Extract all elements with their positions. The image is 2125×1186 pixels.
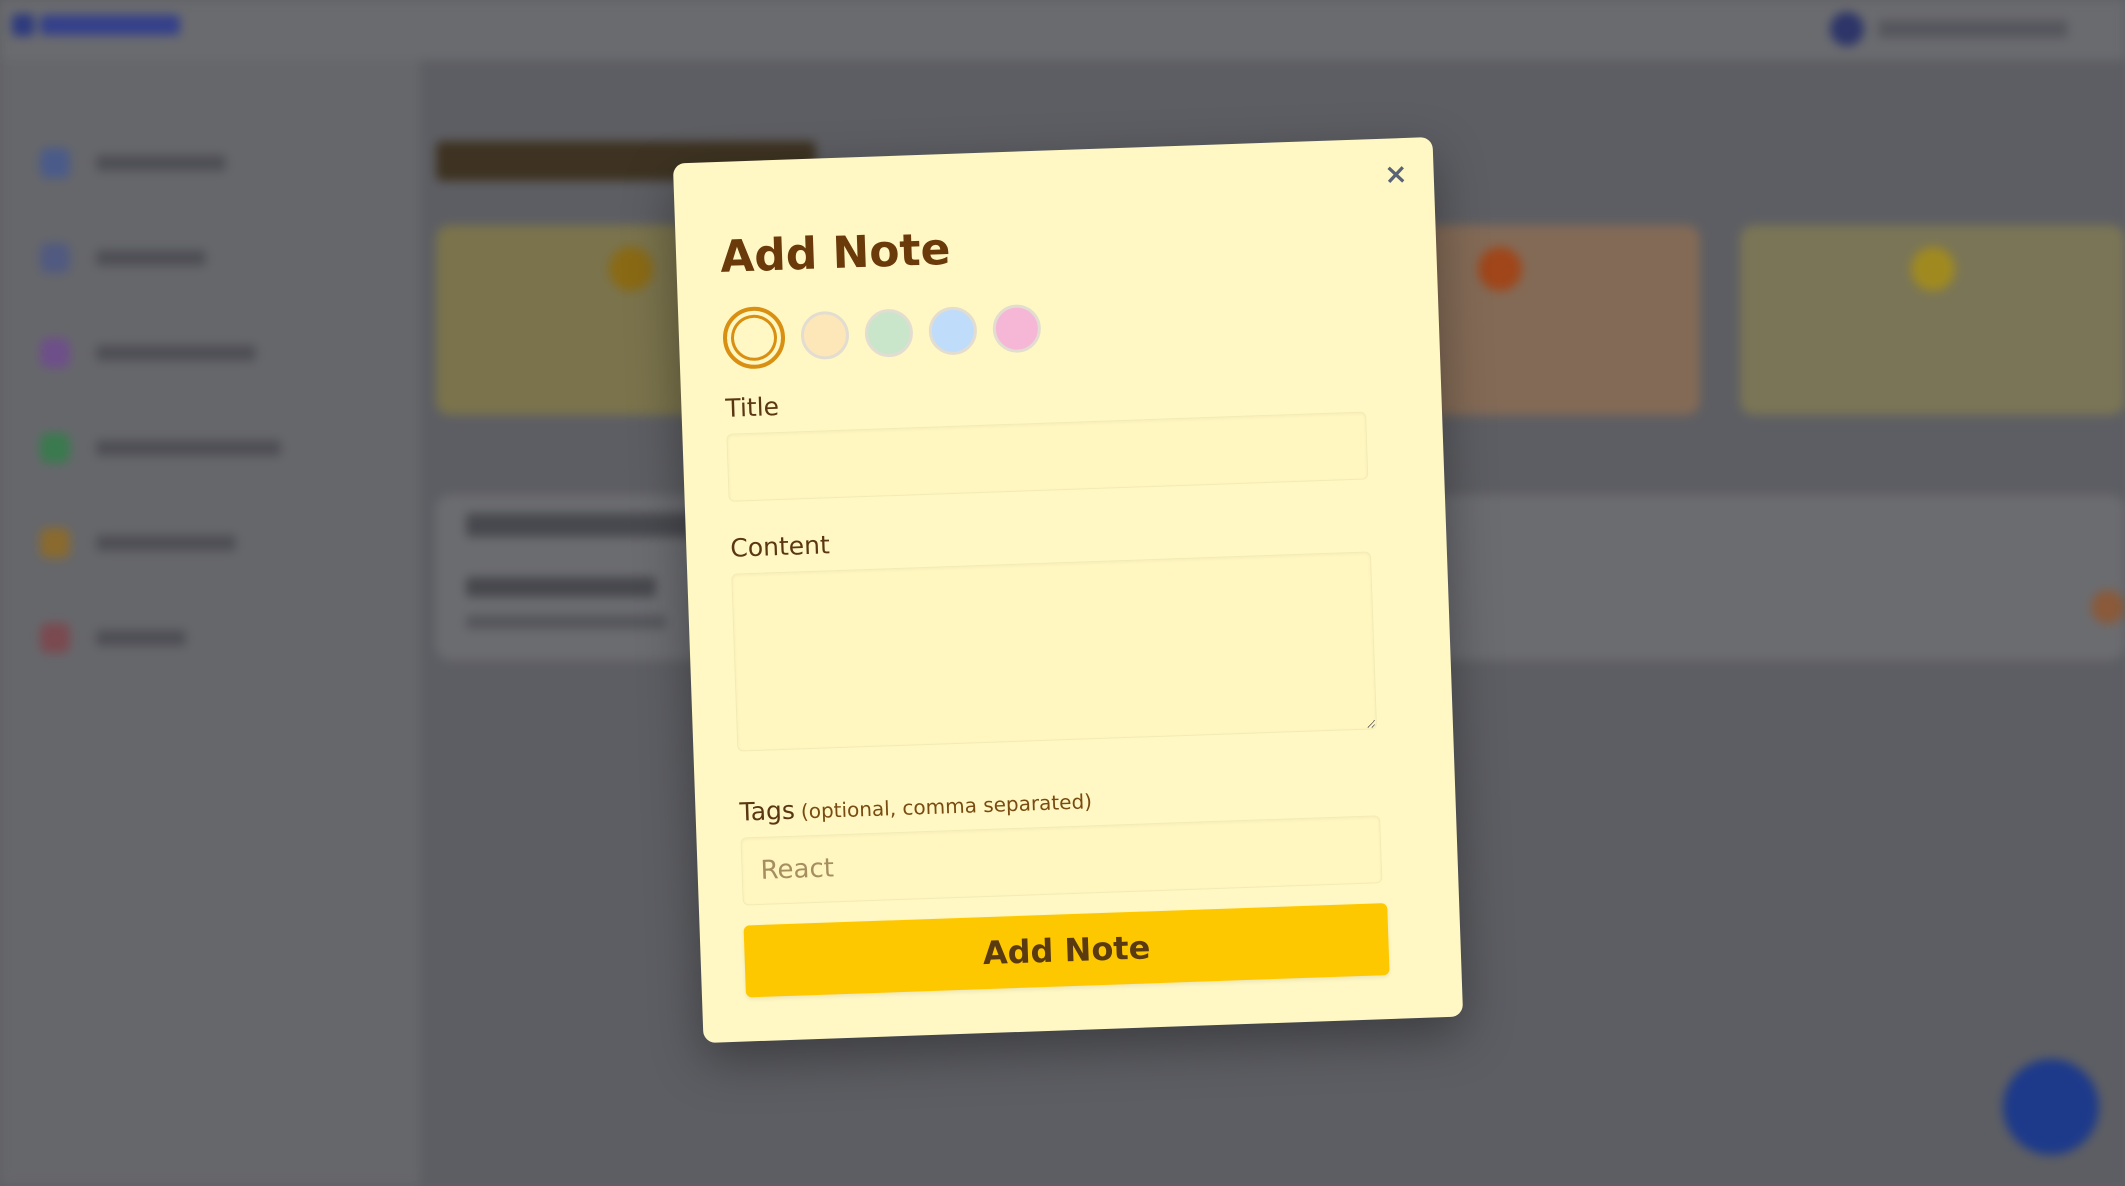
recent-item-subtitle-placeholder	[466, 615, 666, 629]
add-note-button[interactable]: Add Note	[743, 903, 1390, 998]
swatch-orange[interactable]	[800, 310, 850, 361]
swatch-blue[interactable]	[928, 306, 978, 356]
user-menu	[1830, 12, 2068, 46]
nav-label-placeholder	[96, 345, 256, 361]
add-note-modal: × Add Note Title Content Tags (optional, …	[672, 137, 1464, 1043]
recent-item-badge	[2091, 590, 2125, 624]
title-label: Title	[724, 391, 780, 423]
sidebar-item-4	[40, 433, 281, 463]
avatar	[1830, 12, 1864, 46]
nav-icon	[40, 243, 70, 273]
add-note-fab	[2003, 1059, 2099, 1155]
logo-wordmark	[40, 15, 180, 35]
tags-label-row: Tags (optional, comma separated)	[739, 785, 1092, 826]
recent-item-title-placeholder	[466, 577, 656, 597]
sidebar-item-1	[40, 148, 226, 178]
nav-label-placeholder	[96, 440, 281, 456]
logo-icon	[12, 14, 34, 36]
swatch-green[interactable]	[864, 308, 914, 358]
nav-label-placeholder	[96, 630, 186, 646]
sidebar-item-5	[40, 528, 236, 558]
sidebar	[0, 60, 420, 1186]
recent-heading-placeholder	[466, 513, 706, 537]
swatch-pink[interactable]	[992, 303, 1042, 354]
tags-hint: (optional, comma separated)	[800, 789, 1093, 824]
nav-icon	[40, 433, 70, 463]
stat-icon	[609, 247, 653, 291]
nav-label-placeholder	[96, 250, 206, 266]
nav-label-placeholder	[96, 535, 236, 551]
user-name-placeholder	[1878, 20, 2068, 38]
close-icon[interactable]: ×	[1384, 157, 1409, 191]
sidebar-item-2	[40, 243, 206, 273]
content-label: Content	[729, 530, 831, 563]
nav-icon	[40, 528, 70, 558]
color-swatches	[721, 297, 1042, 370]
nav-label-placeholder	[96, 155, 226, 171]
stat-icon	[1910, 247, 1955, 291]
modal-title: Add Note	[719, 223, 952, 283]
nav-icon	[40, 623, 70, 653]
stat-icon	[1478, 247, 1522, 291]
swatch-yellow[interactable]	[721, 305, 787, 370]
app-logo	[12, 14, 180, 36]
nav-icon	[40, 338, 70, 368]
content-textarea[interactable]	[731, 551, 1378, 752]
sidebar-item-6	[40, 623, 186, 653]
sidebar-item-3	[40, 338, 256, 368]
stat-card-4	[1740, 225, 2125, 415]
nav-icon	[40, 148, 70, 178]
tags-label: Tags	[739, 795, 796, 827]
title-input[interactable]	[726, 411, 1369, 502]
top-bar	[0, 0, 2125, 60]
tags-input[interactable]	[740, 815, 1383, 906]
